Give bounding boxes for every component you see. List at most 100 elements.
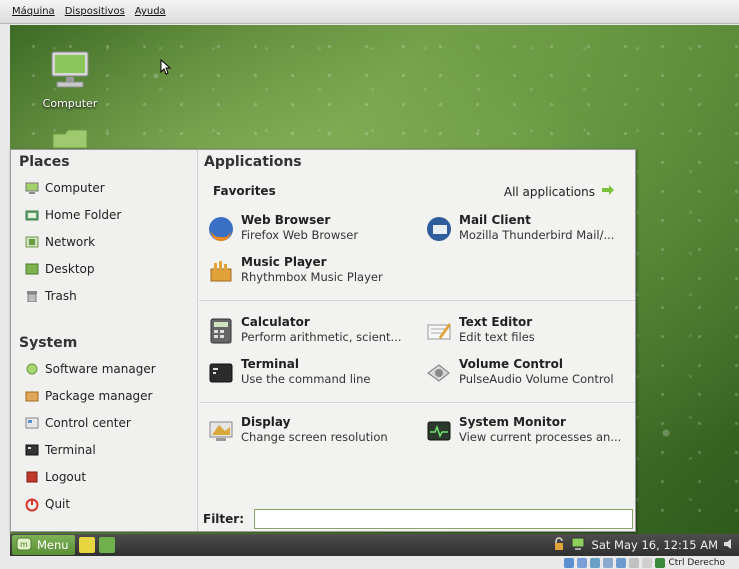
places-title: Places bbox=[19, 154, 70, 170]
vbox-menu-machine[interactable]: Máquina bbox=[12, 6, 55, 17]
hard-disk-icon[interactable] bbox=[564, 557, 575, 568]
app-music-player[interactable]: Music Player Rhythmbox Music Player bbox=[207, 255, 422, 291]
menu-button[interactable]: m Menu bbox=[12, 535, 75, 555]
video-capture-icon[interactable] bbox=[629, 557, 640, 568]
app-desc: Change screen resolution bbox=[241, 430, 388, 444]
package-manager-icon bbox=[25, 390, 39, 402]
system-item-package-manager[interactable]: Package manager bbox=[25, 385, 153, 407]
system-item-label: Logout bbox=[45, 470, 87, 484]
filter-input[interactable] bbox=[254, 509, 633, 529]
desktop-computer-label: Computer bbox=[42, 97, 98, 110]
volume-icon[interactable] bbox=[723, 538, 735, 553]
all-applications-label: All applications bbox=[503, 184, 595, 199]
start-menu: Places Computer Home Folder Network Desk… bbox=[10, 149, 636, 532]
mint-logo-icon: m bbox=[16, 537, 32, 554]
places-item-label: Trash bbox=[45, 289, 77, 303]
clock-label[interactable]: Sat May 16, 12:15 AM bbox=[592, 538, 718, 552]
text-editor-launcher-icon[interactable] bbox=[78, 537, 95, 553]
app-desc: Mozilla Thunderbird Mail/... bbox=[459, 228, 615, 242]
places-item-home-folder[interactable]: Home Folder bbox=[25, 204, 121, 226]
app-name: Volume Control bbox=[459, 357, 563, 371]
system-item-label: Software manager bbox=[45, 362, 156, 376]
network-icon bbox=[25, 236, 39, 248]
places-item-trash[interactable]: Trash bbox=[25, 285, 77, 307]
app-name: Display bbox=[241, 415, 291, 429]
menu-left-pane: Places Computer Home Folder Network Desk… bbox=[11, 150, 198, 531]
app-display[interactable]: Display Change screen resolution bbox=[207, 415, 422, 451]
app-text-editor[interactable]: Text Editor Edit text files bbox=[425, 315, 640, 351]
app-system-monitor[interactable]: System Monitor View current processes an… bbox=[425, 415, 640, 451]
places-item-computer[interactable]: Computer bbox=[25, 177, 105, 199]
system-title: System bbox=[19, 335, 78, 351]
app-web-browser[interactable]: Web Browser Firefox Web Browser bbox=[207, 213, 422, 249]
app-name: Web Browser bbox=[241, 213, 331, 227]
host-key-icon bbox=[655, 557, 666, 568]
computer-icon bbox=[25, 50, 115, 93]
network-status-icon[interactable] bbox=[571, 537, 587, 554]
network-adapter-icon[interactable] bbox=[616, 557, 627, 568]
places-item-network[interactable]: Network bbox=[25, 231, 95, 253]
panel-tray: Sat May 16, 12:15 AM bbox=[552, 536, 739, 554]
optical-drive-icon[interactable] bbox=[577, 557, 588, 568]
app-terminal[interactable]: Terminal Use the command line bbox=[207, 357, 422, 393]
app-name: System Monitor bbox=[459, 415, 566, 429]
host-key-label: Ctrl Derecho bbox=[668, 557, 725, 568]
mouse-cursor-icon bbox=[160, 59, 172, 75]
update-manager-icon[interactable] bbox=[552, 536, 566, 554]
thunderbird-icon bbox=[425, 215, 453, 243]
apps-separator bbox=[199, 402, 635, 403]
vbox-menu-help[interactable]: Ayuda bbox=[135, 6, 166, 17]
favorites-separator bbox=[199, 300, 635, 301]
app-volume-control[interactable]: Volume Control PulseAudio Volume Control bbox=[425, 357, 640, 393]
show-desktop-icon[interactable] bbox=[98, 537, 115, 553]
terminal-icon bbox=[207, 359, 235, 387]
trash-icon bbox=[25, 290, 39, 303]
menu-right-pane: Applications Favorites All applications … bbox=[199, 150, 635, 531]
shared-folders-icon[interactable] bbox=[603, 557, 614, 568]
app-mail-client[interactable]: Mail Client Mozilla Thunderbird Mail/... bbox=[425, 213, 640, 249]
vbox-menubar: Máquina Dispositivos Ayuda bbox=[0, 0, 739, 24]
filter-label: Filter: bbox=[203, 512, 245, 526]
app-name: Calculator bbox=[241, 315, 310, 329]
rhythmbox-icon bbox=[207, 257, 235, 285]
app-name: Terminal bbox=[241, 357, 300, 371]
places-item-label: Desktop bbox=[45, 262, 95, 276]
software-manager-icon bbox=[25, 363, 39, 375]
usb-icon[interactable] bbox=[590, 557, 601, 568]
vbox-status-tray: Ctrl Derecho bbox=[564, 556, 725, 569]
system-item-logout[interactable]: Logout bbox=[25, 466, 86, 488]
all-applications-button[interactable]: All applications bbox=[504, 184, 615, 199]
places-item-label: Network bbox=[45, 235, 96, 249]
app-name: Text Editor bbox=[459, 315, 533, 329]
desktop-computer-shortcut[interactable]: Computer bbox=[25, 50, 115, 110]
arrow-right-icon bbox=[601, 184, 615, 199]
home-folder-icon bbox=[25, 209, 39, 221]
desktop-icon bbox=[25, 263, 39, 275]
system-item-label: Terminal bbox=[45, 443, 96, 457]
volume-control-icon bbox=[425, 359, 453, 387]
system-monitor-icon bbox=[425, 417, 453, 445]
svg-text:m: m bbox=[20, 540, 28, 549]
logout-icon bbox=[25, 471, 39, 483]
app-desc: Rhythmbox Music Player bbox=[241, 270, 383, 284]
control-center-icon bbox=[25, 417, 39, 429]
system-item-terminal[interactable]: Terminal bbox=[25, 439, 96, 461]
app-desc: Edit text files bbox=[459, 330, 535, 344]
app-calculator[interactable]: Calculator Perform arithmetic, scient... bbox=[207, 315, 422, 351]
menu-button-label: Menu bbox=[37, 538, 69, 552]
app-desc: Perform arithmetic, scient... bbox=[241, 330, 402, 344]
system-item-label: Package manager bbox=[45, 389, 153, 403]
quit-icon bbox=[25, 498, 39, 512]
display-icon bbox=[207, 417, 235, 445]
calculator-icon bbox=[207, 317, 235, 345]
vbox-menu-devices[interactable]: Dispositivos bbox=[65, 6, 125, 17]
system-item-control-center[interactable]: Control center bbox=[25, 412, 131, 434]
terminal-icon bbox=[25, 444, 39, 456]
applications-title: Applications bbox=[204, 154, 302, 170]
system-item-software-manager[interactable]: Software manager bbox=[25, 358, 156, 380]
places-item-desktop[interactable]: Desktop bbox=[25, 258, 95, 280]
mouse-integration-icon[interactable] bbox=[642, 557, 653, 568]
app-name: Mail Client bbox=[459, 213, 531, 227]
firefox-icon bbox=[207, 215, 235, 243]
system-item-quit[interactable]: Quit bbox=[25, 493, 70, 515]
